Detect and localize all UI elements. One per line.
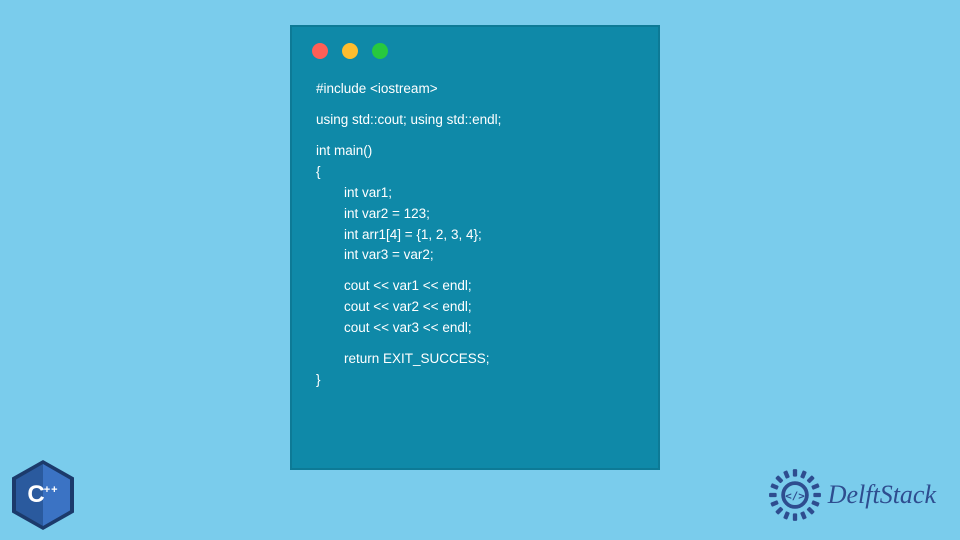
code-line: cout << var1 << endl;: [316, 276, 634, 297]
code-line: int arr1[4] = {1, 2, 3, 4};: [316, 225, 634, 246]
traffic-light-close-icon: [312, 43, 328, 59]
window-controls: [292, 27, 658, 67]
cpp-letter: C: [27, 481, 43, 508]
code-line: int main(): [316, 141, 634, 162]
code-line: cout << var2 << endl;: [316, 297, 634, 318]
cpp-plus: ++: [44, 484, 59, 496]
traffic-light-maximize-icon: [372, 43, 388, 59]
brand-name: DelftStack: [828, 480, 936, 510]
cpp-logo-icon: C++: [12, 460, 74, 530]
code-line: int var2 = 123;: [316, 204, 634, 225]
traffic-light-minimize-icon: [342, 43, 358, 59]
code-line: using std::cout; using std::endl;: [316, 110, 634, 131]
code-line: return EXIT_SUCCESS;: [316, 349, 634, 370]
code-line: }: [316, 370, 634, 391]
gear-icon: </>: [768, 468, 822, 522]
code-line: cout << var3 << endl;: [316, 318, 634, 339]
code-line: int var1;: [316, 183, 634, 204]
code-content: #include <iostream> using std::cout; usi…: [292, 67, 658, 403]
code-line: {: [316, 162, 634, 183]
code-line: int var3 = var2;: [316, 245, 634, 266]
code-line: #include <iostream>: [316, 79, 634, 100]
delftstack-logo: </> DelftStack: [768, 468, 936, 522]
code-window: #include <iostream> using std::cout; usi…: [290, 25, 660, 470]
svg-text:</>: </>: [785, 489, 805, 502]
